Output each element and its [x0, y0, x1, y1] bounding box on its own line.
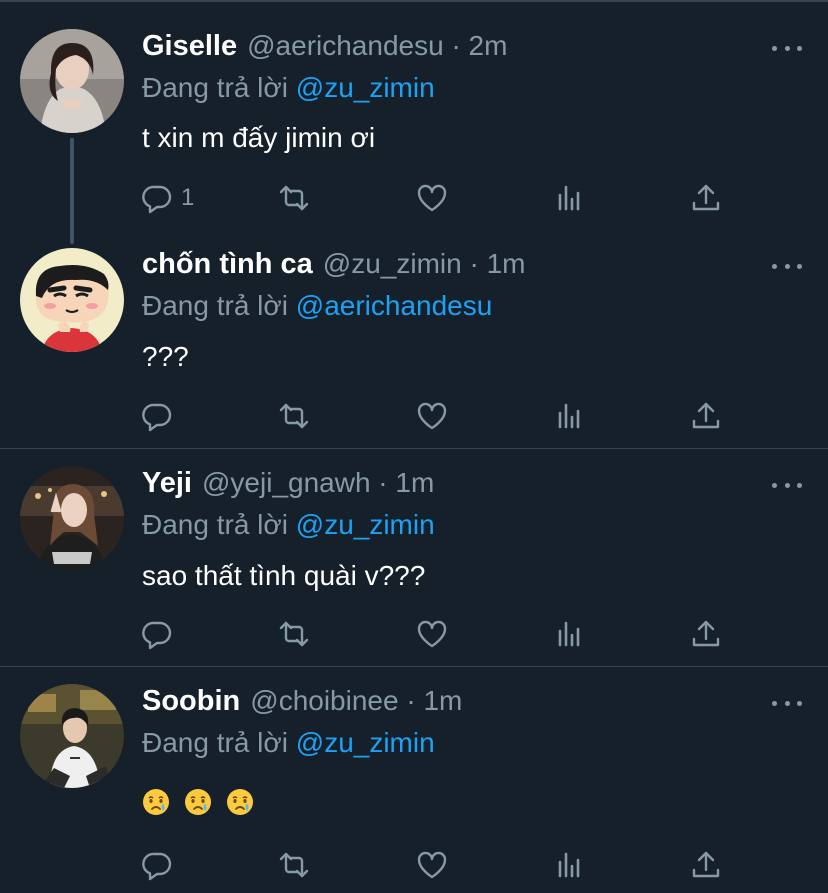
avatar[interactable] — [20, 248, 124, 352]
share-button[interactable] — [690, 398, 722, 434]
replying-to: Đang trả lời @aerichandesu — [142, 290, 492, 322]
replying-handle-link[interactable]: @zu_zimin — [296, 72, 435, 103]
tweet-text: ??? — [142, 341, 189, 372]
retweet-button[interactable] — [278, 847, 310, 883]
analytics-icon — [558, 621, 580, 647]
heart-icon — [417, 402, 447, 430]
dot-icon — [797, 482, 802, 488]
reply-button[interactable] — [141, 847, 173, 883]
replying-prefix: Đang trả lời — [142, 72, 288, 103]
replying-to: Đang trả lời @zu_zimin — [142, 509, 435, 541]
replying-handle-link[interactable]: @zu_zimin — [296, 727, 435, 758]
heart-icon — [417, 851, 447, 879]
analytics-button[interactable] — [554, 616, 586, 652]
replying-handle-link[interactable]: @aerichandesu — [296, 290, 493, 321]
retweet-icon — [279, 403, 309, 429]
replying-to: Đang trả lời @zu_zimin — [142, 727, 435, 759]
tweet-emoji-text — [142, 788, 254, 816]
reply-icon — [142, 852, 172, 881]
avatar[interactable] — [20, 466, 124, 570]
dot-icon — [784, 482, 790, 488]
tweet-text: sao thất tình quài v??? — [142, 560, 426, 591]
reply-button[interactable] — [141, 398, 173, 434]
dot-icon — [784, 263, 790, 269]
more-options-button[interactable] — [772, 38, 802, 58]
analytics-button[interactable] — [554, 398, 586, 434]
tweet-text: t xin m đấy jimin ơi — [142, 122, 376, 153]
handle-timestamp[interactable]: @zu_zimin · 1m — [323, 248, 526, 280]
retweet-icon — [279, 852, 309, 878]
retweet-icon — [279, 621, 309, 647]
share-button[interactable] — [690, 847, 722, 883]
analytics-button[interactable] — [554, 847, 586, 883]
retweet-button[interactable] — [278, 616, 310, 652]
dot-icon — [772, 263, 777, 269]
avatar[interactable] — [20, 29, 124, 133]
tweet-giselle[interactable]: Giselle @aerichandesu · 2m Đang trả lời … — [0, 0, 828, 230]
tweet-chon-tinh-ca[interactable]: chốn tình ca @zu_zimin · 1m Đang trả lời… — [0, 230, 828, 448]
handle-timestamp[interactable]: @aerichandesu · 2m — [247, 30, 507, 62]
reply-icon — [142, 621, 172, 650]
dot-icon — [772, 45, 777, 51]
share-icon — [692, 402, 720, 429]
dot-icon — [797, 263, 802, 269]
dot-icon — [784, 45, 790, 51]
dot-icon — [797, 700, 802, 706]
display-name[interactable]: Giselle — [142, 30, 237, 63]
reply-icon — [142, 185, 172, 214]
tweet-yeji[interactable]: Yeji @yeji_gnawh · 1m Đang trả lời @zu_z… — [0, 449, 828, 666]
retweet-button[interactable] — [278, 180, 310, 216]
reply-button[interactable] — [141, 616, 173, 652]
tweet-soobin[interactable]: Soobin @choibinee · 1m Đang trả lời @zu_… — [0, 667, 828, 893]
share-icon — [692, 851, 720, 878]
replying-prefix: Đang trả lời — [142, 509, 288, 540]
replying-prefix: Đang trả lời — [142, 290, 288, 321]
display-name[interactable]: chốn tình ca — [142, 248, 313, 281]
retweet-button[interactable] — [278, 398, 310, 434]
share-icon — [692, 184, 720, 211]
crying-face-icon — [143, 789, 169, 815]
dot-icon — [772, 482, 777, 488]
replying-handle-link[interactable]: @zu_zimin — [296, 509, 435, 540]
display-name[interactable]: Soobin — [142, 685, 240, 718]
more-options-button[interactable] — [772, 256, 802, 276]
share-button[interactable] — [690, 180, 722, 216]
replying-to: Đang trả lời @zu_zimin — [142, 72, 435, 104]
like-button[interactable] — [416, 398, 448, 434]
replying-prefix: Đang trả lời — [142, 727, 288, 758]
crying-face-icon — [227, 789, 253, 815]
more-options-button[interactable] — [772, 693, 802, 713]
heart-icon — [417, 184, 447, 212]
display-name[interactable]: Yeji — [142, 467, 192, 500]
handle-timestamp[interactable]: @choibinee · 1m — [250, 685, 462, 717]
avatar[interactable] — [20, 684, 124, 788]
share-button[interactable] — [690, 616, 722, 652]
like-button[interactable] — [416, 847, 448, 883]
more-options-button[interactable] — [772, 475, 802, 495]
reply-count: 1 — [181, 184, 195, 211]
heart-icon — [417, 620, 447, 648]
reply-button[interactable]: 1 — [141, 180, 194, 216]
analytics-button[interactable] — [554, 180, 586, 216]
crying-face-icon — [185, 789, 211, 815]
dot-icon — [797, 45, 802, 51]
dot-icon — [784, 700, 790, 706]
analytics-icon — [558, 852, 580, 878]
handle-timestamp[interactable]: @yeji_gnawh · 1m — [202, 467, 434, 499]
analytics-icon — [558, 403, 580, 429]
like-button[interactable] — [416, 180, 448, 216]
retweet-icon — [279, 185, 309, 211]
like-button[interactable] — [416, 616, 448, 652]
dot-icon — [772, 700, 777, 706]
reply-icon — [142, 403, 172, 432]
analytics-icon — [558, 185, 580, 211]
share-icon — [692, 620, 720, 647]
